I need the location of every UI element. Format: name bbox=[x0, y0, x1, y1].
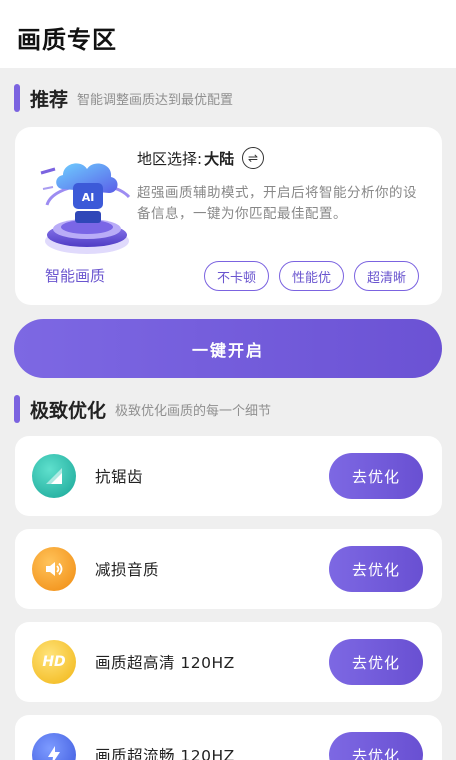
optimize-section-header: 极致优化 极致优化画质的每一个细节 bbox=[14, 395, 271, 423]
tag-ultra-clear[interactable]: 超清晰 bbox=[354, 261, 420, 291]
region-value: 大陆 bbox=[204, 149, 235, 168]
switch-region-icon[interactable]: ⇌ bbox=[242, 147, 265, 169]
optimize-item-label: 减损音质 bbox=[95, 561, 160, 579]
optimize-item-audio: 减损音质 去优化 bbox=[15, 529, 442, 609]
optimize-title: 极致优化 bbox=[30, 399, 107, 422]
speaker-icon bbox=[32, 547, 76, 591]
optimize-item-antialias: 抗锯齿 去优化 bbox=[15, 436, 442, 516]
optimize-subtitle: 极致优化画质的每一个细节 bbox=[115, 403, 272, 419]
optimize-button[interactable]: 去优化 bbox=[329, 732, 423, 760]
region-label: 地区选择: bbox=[137, 149, 203, 168]
optimize-item-smooth: 画质超流畅 120HZ 去优化 bbox=[15, 715, 442, 760]
recommend-card: AI 智能画质 地区选择: 大陆 ⇌ 超强画质辅助模式，开启后将智能分析你的设备… bbox=[15, 127, 442, 305]
section-accent-bar bbox=[14, 84, 20, 112]
recommend-section-header: 推荐 智能调整画质达到最优配置 bbox=[14, 84, 233, 112]
section-accent-bar bbox=[14, 395, 20, 423]
ai-mode-label: 智能画质 bbox=[45, 267, 106, 285]
region-selector[interactable]: 地区选择: 大陆 ⇌ bbox=[137, 147, 265, 169]
recommend-title: 推荐 bbox=[30, 88, 69, 111]
antialias-icon bbox=[32, 454, 76, 498]
optimize-button[interactable]: 去优化 bbox=[329, 546, 423, 592]
hd-icon-text: HD bbox=[42, 654, 66, 670]
header-bar: 画质专区 bbox=[0, 0, 456, 68]
recommend-subtitle: 智能调整画质达到最优配置 bbox=[77, 92, 234, 108]
page-title: 画质专区 bbox=[17, 26, 117, 54]
tag-no-lag[interactable]: 不卡顿 bbox=[204, 261, 270, 291]
recommend-description: 超强画质辅助模式，开启后将智能分析你的设备信息，一键为你匹配最佳配置。 bbox=[137, 185, 417, 222]
lightning-icon bbox=[32, 733, 76, 760]
optimize-button[interactable]: 去优化 bbox=[329, 453, 423, 499]
optimize-button[interactable]: 去优化 bbox=[329, 639, 423, 685]
optimize-item-label: 画质超流畅 120HZ bbox=[95, 747, 235, 760]
hd-icon: HD bbox=[32, 640, 76, 684]
optimize-item-label: 画质超高清 120HZ bbox=[95, 654, 235, 672]
tag-performance[interactable]: 性能优 bbox=[279, 261, 345, 291]
one-key-enable-button[interactable]: 一键开启 bbox=[14, 319, 442, 378]
feature-tags: 不卡顿 性能优 超清晰 bbox=[204, 261, 420, 291]
ai-chip-icon: AI bbox=[40, 163, 131, 254]
optimize-item-label: 抗锯齿 bbox=[95, 468, 144, 486]
ai-chip-label: AI bbox=[82, 191, 95, 204]
optimize-item-hd: HD 画质超高清 120HZ 去优化 bbox=[15, 622, 442, 702]
